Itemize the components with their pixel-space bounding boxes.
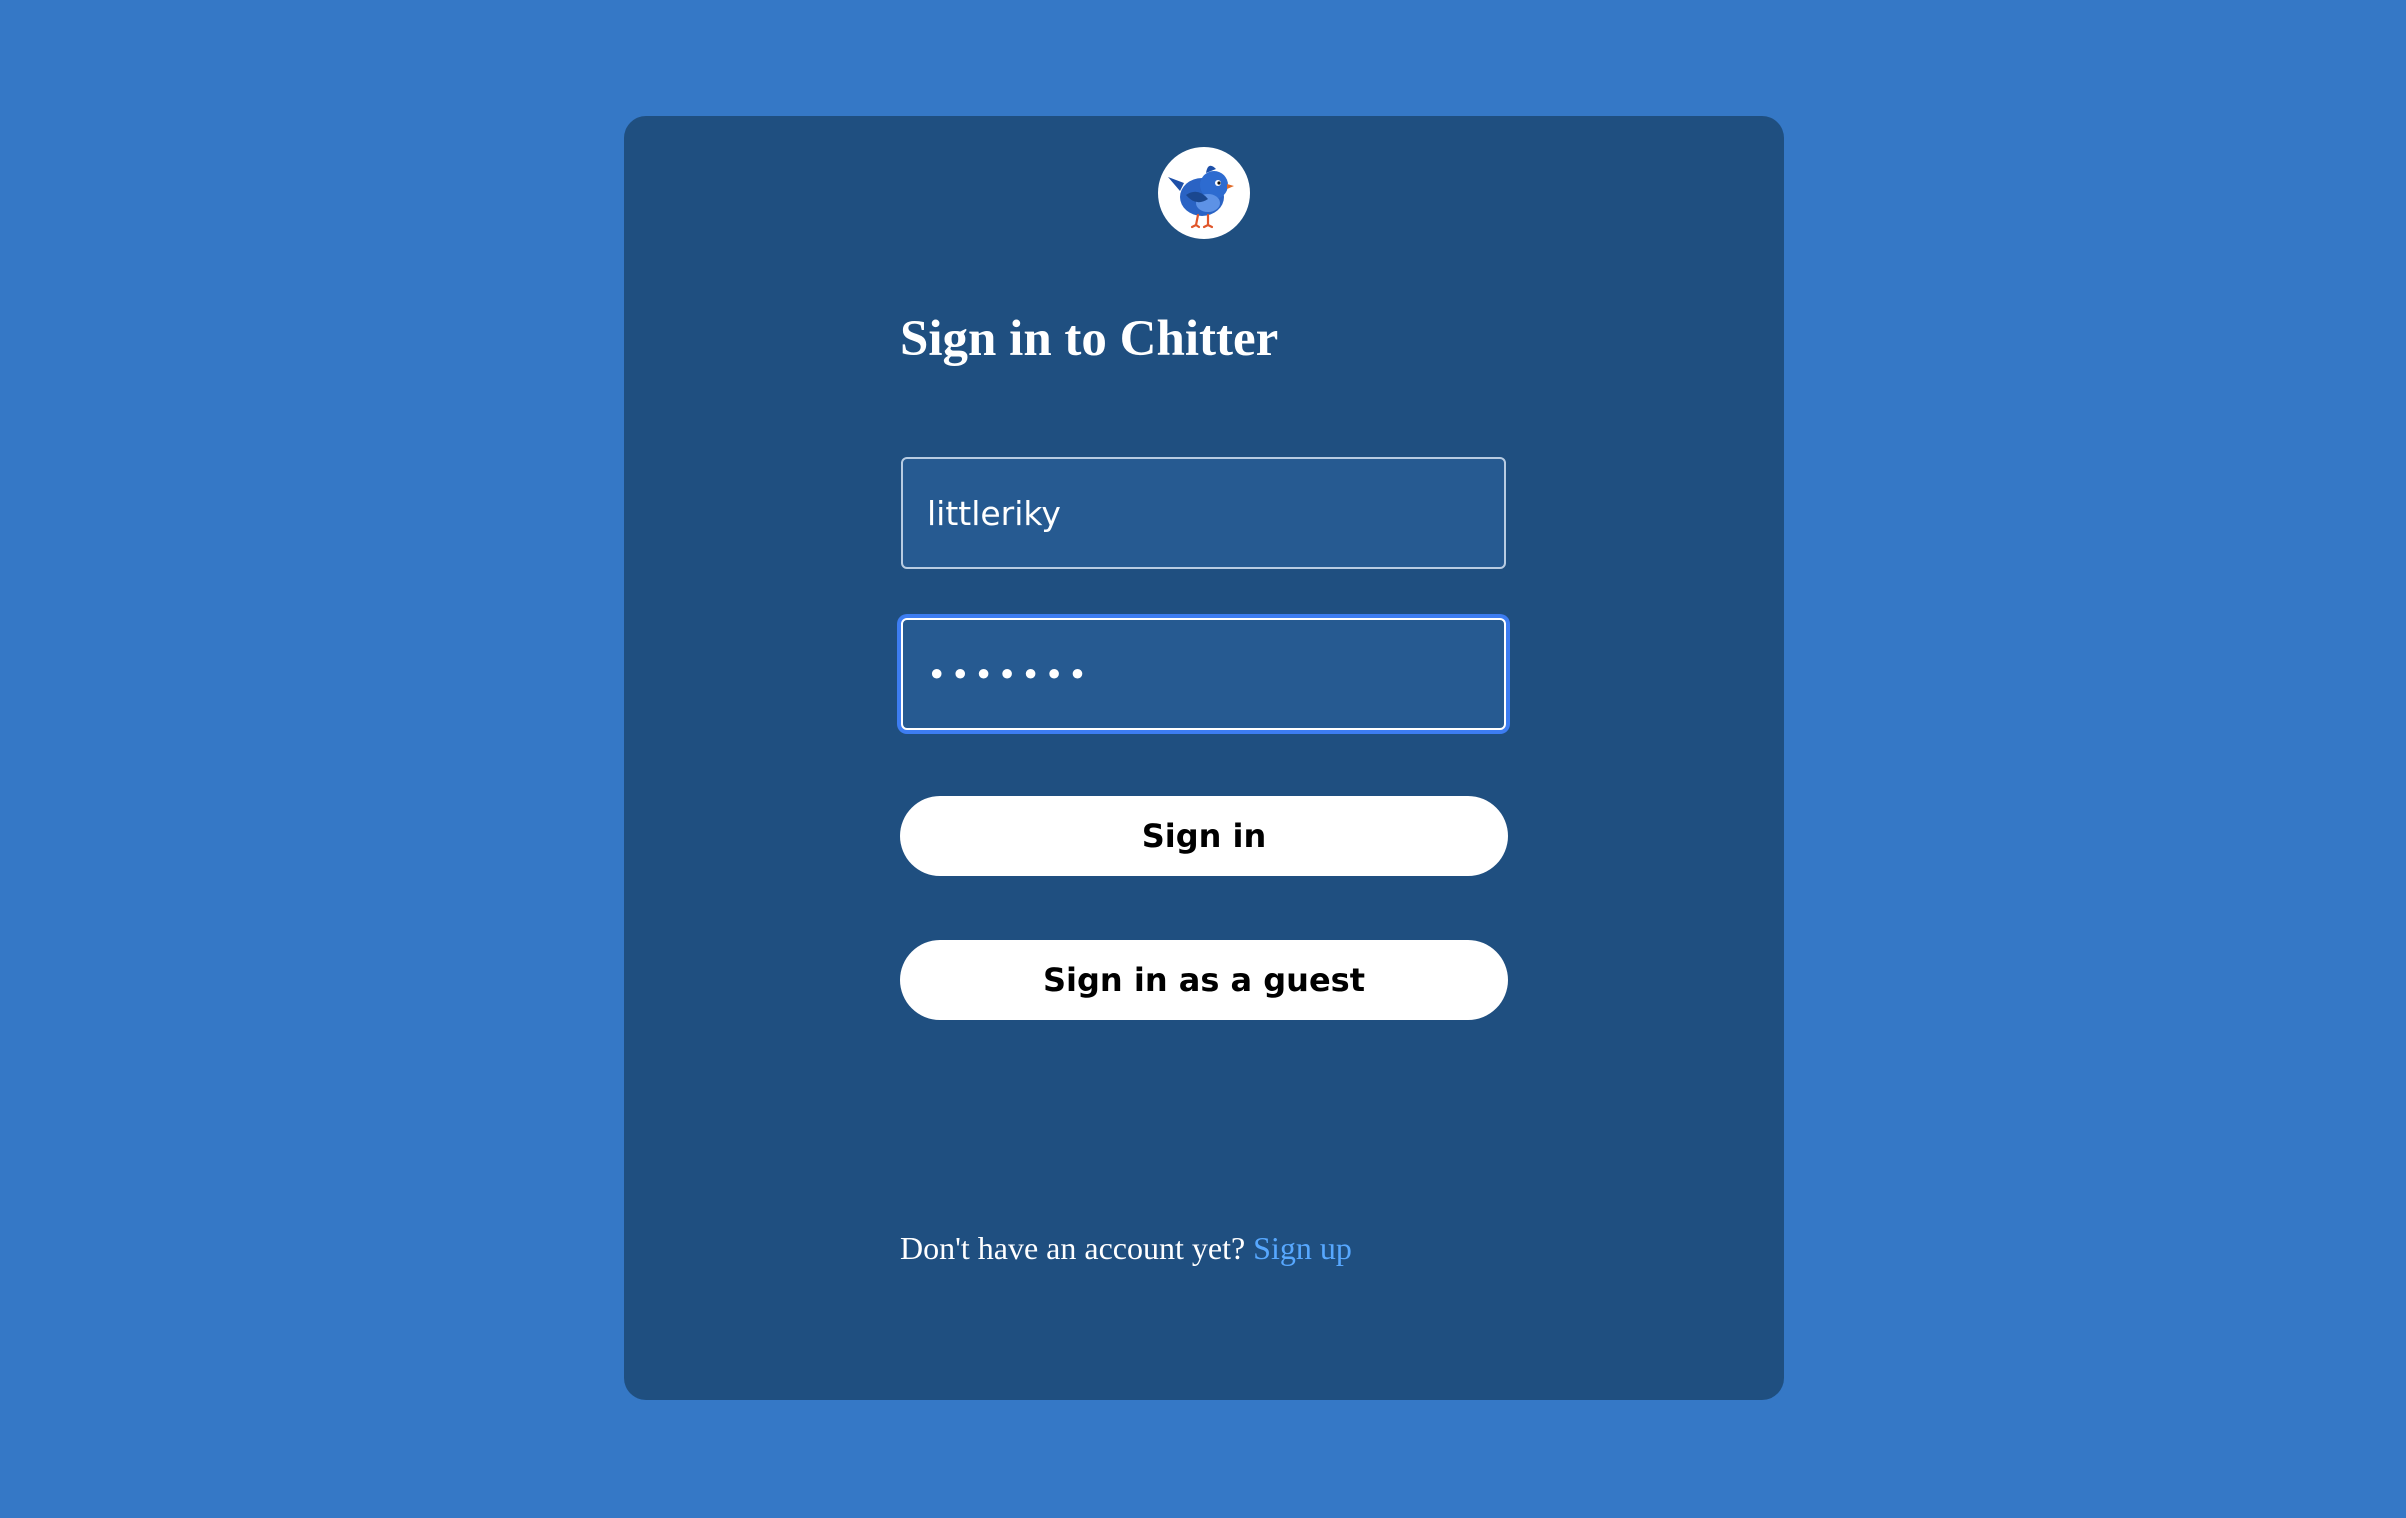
username-input[interactable] — [901, 457, 1506, 569]
signup-prompt: Don't have an account yet? Sign up — [900, 1230, 1352, 1267]
bird-logo-icon — [1158, 147, 1250, 239]
password-input[interactable] — [901, 618, 1506, 730]
signup-prompt-text: Don't have an account yet? — [900, 1230, 1246, 1266]
sign-in-button[interactable]: Sign in — [900, 796, 1508, 876]
guest-sign-in-button[interactable]: Sign in as a guest — [900, 940, 1508, 1020]
signin-card: Sign in to Chitter Sign in Sign in as a … — [624, 116, 1784, 1400]
page-title: Sign in to Chitter — [900, 311, 1279, 367]
sign-up-link[interactable]: Sign up — [1253, 1230, 1352, 1266]
